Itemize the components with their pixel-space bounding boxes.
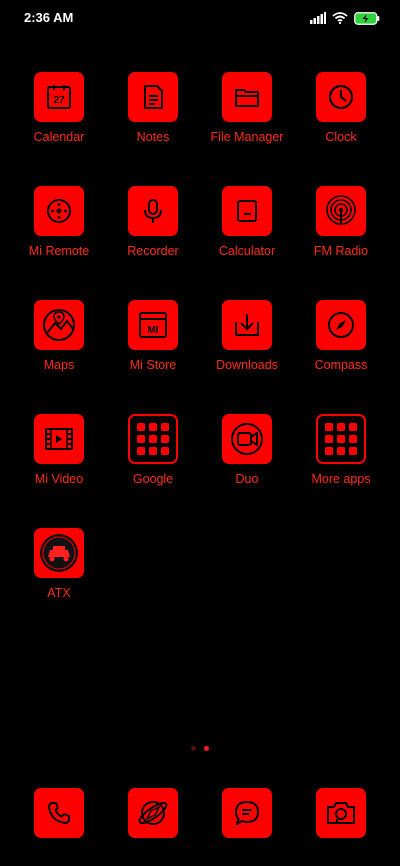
folder-grid-icon [316,414,366,464]
app-label: More apps [311,472,371,486]
atx-logo-icon [34,528,84,578]
app-calculator[interactable]: Calculator [200,184,294,264]
page-dot-active[interactable] [204,746,209,751]
app-label: Downloads [216,358,278,372]
radio-icon [316,186,366,236]
app-label: Google [132,472,174,486]
wifi-icon [332,12,348,24]
phone-icon [34,788,84,838]
app-clock[interactable]: Clock [294,70,388,150]
camera-icon [316,788,366,838]
app-folder-google[interactable]: Google [106,412,200,492]
app-label: Clock [325,130,357,144]
calculator-icon [222,186,272,236]
app-maps[interactable]: Maps [12,298,106,378]
map-icon [34,300,84,350]
app-label: Calendar [33,130,85,144]
compass-icon [316,300,366,350]
battery-charging-icon [354,11,380,25]
video-icon [34,414,84,464]
clock-icon [316,72,366,122]
app-mi-store[interactable]: MI Mi Store [106,298,200,378]
dock-browser[interactable] [106,786,200,838]
app-label: File Manager [210,130,284,144]
message-icon [222,788,272,838]
status-time: 2:36 AM [24,10,74,25]
app-duo[interactable]: Duo [200,412,294,492]
folder-icon [222,72,272,122]
app-label: FM Radio [313,244,369,258]
browser-icon [128,788,178,838]
app-label: Mi Remote [28,244,90,258]
app-fm-radio[interactable]: FM Radio [294,184,388,264]
calendar-icon: 27 [34,72,84,122]
store-icon: MI [128,300,178,350]
dock-camera[interactable] [294,786,388,838]
app-file-manager[interactable]: File Manager [200,70,294,150]
app-mi-video[interactable]: Mi Video [12,412,106,492]
app-label: Notes [136,130,170,144]
dock-phone[interactable] [12,786,106,838]
app-notes[interactable]: Notes [106,70,200,150]
download-icon [222,300,272,350]
app-label: Mi Store [129,358,177,372]
page-indicator [0,746,400,751]
app-label: Maps [43,358,75,372]
notes-icon [128,72,178,122]
app-mi-remote[interactable]: Mi Remote [12,184,106,264]
status-bar: 2:36 AM [0,0,400,36]
microphone-icon [128,186,178,236]
app-label: Mi Video [34,472,84,486]
calendar-date: 27 [53,95,65,106]
app-folder-more-apps[interactable]: More apps [294,412,388,492]
dock [0,786,400,838]
app-calendar[interactable]: 27 Calendar [12,70,106,150]
app-atx[interactable]: ATX [12,526,106,606]
duo-video-icon [222,414,272,464]
app-recorder[interactable]: Recorder [106,184,200,264]
app-label: ATX [47,586,71,600]
page-dot[interactable] [191,746,196,751]
status-icons [310,11,380,25]
app-label: Calculator [218,244,276,258]
remote-icon [34,186,84,236]
app-downloads[interactable]: Downloads [200,298,294,378]
app-label: Duo [235,472,259,486]
signal-icon [310,12,326,24]
store-logo: MI [147,325,158,336]
app-label: Compass [314,358,368,372]
dock-messages[interactable] [200,786,294,838]
app-label: Recorder [127,244,179,258]
folder-grid-icon [128,414,178,464]
app-compass[interactable]: Compass [294,298,388,378]
